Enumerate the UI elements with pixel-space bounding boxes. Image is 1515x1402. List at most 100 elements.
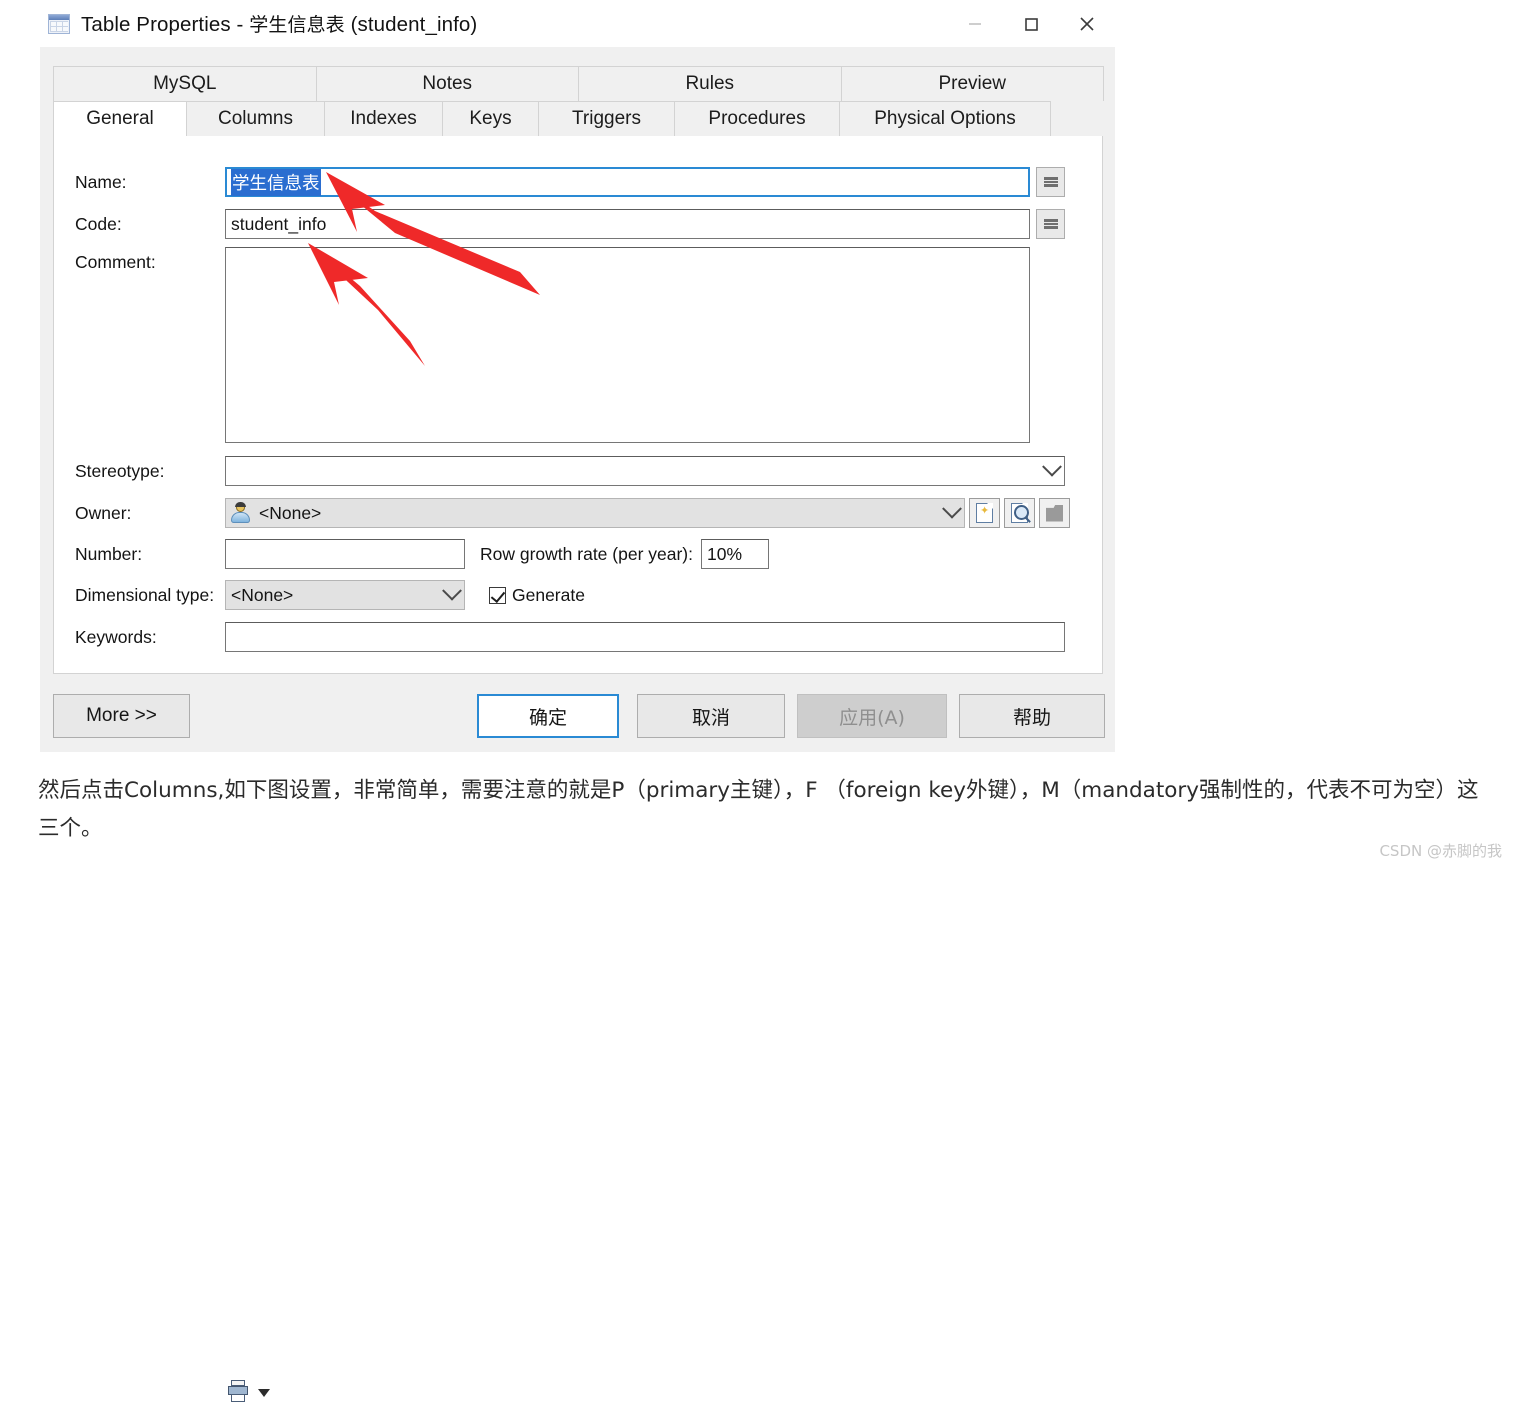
owner-row: Owner: <None> ✦: [75, 498, 1105, 528]
more-button-label: More >>: [86, 705, 157, 726]
code-input[interactable]: student_info: [225, 209, 1030, 239]
maximize-button[interactable]: [1003, 0, 1059, 47]
new-owner-button[interactable]: ✦: [969, 498, 1000, 528]
window-title: Table Properties - 学生信息表 (student_info): [81, 10, 477, 37]
dimensional-type-combobox[interactable]: <None>: [225, 580, 465, 610]
comment-label: Comment:: [75, 252, 156, 272]
stereotype-label: Stereotype:: [75, 460, 165, 481]
tab-label: MySQL: [153, 73, 217, 94]
table-grid-icon: [48, 13, 70, 34]
name-input[interactable]: 学生信息表: [225, 167, 1030, 197]
list-icon: [1043, 219, 1058, 229]
tab-label: Rules: [685, 73, 735, 94]
new-object-icon: ✦: [976, 503, 993, 523]
caption-text: 然后点击Columns,如下图设置，非常简单，需要注意的就是P（primary主…: [38, 778, 1479, 841]
window-controls: [947, 0, 1115, 47]
tab-label: Indexes: [350, 108, 417, 129]
name-label: Name:: [75, 171, 127, 192]
minimize-icon: [969, 22, 981, 25]
row-growth-label: Row growth rate (per year):: [480, 543, 693, 564]
chevron-down-icon: [442, 580, 462, 601]
code-properties-button[interactable]: [1036, 209, 1065, 239]
tab-label: Keys: [469, 108, 512, 129]
code-label: Code:: [75, 213, 122, 234]
code-row: Code: student_info: [75, 209, 1085, 239]
ok-button[interactable]: 确定: [477, 694, 619, 738]
checkbox-checked-icon: [489, 586, 506, 604]
dimensional-type-label: Dimensional type:: [75, 584, 215, 605]
dimensional-type-value: <None>: [231, 584, 294, 605]
owner-label: Owner:: [75, 502, 132, 523]
tab-label: Notes: [422, 73, 473, 94]
number-row: Number: Row growth rate (per year): 10%: [75, 539, 1085, 569]
user-icon: [231, 502, 251, 523]
tab-label: Physical Options: [874, 108, 1016, 129]
help-button-label: 帮助: [1012, 706, 1051, 729]
tab-procedures[interactable]: Procedures: [674, 101, 840, 136]
maximize-icon: [1025, 17, 1038, 31]
close-button[interactable]: [1059, 0, 1115, 47]
tab-label: General: [86, 108, 154, 129]
tab-rules[interactable]: Rules: [578, 66, 842, 101]
tab-preview[interactable]: Preview: [840, 66, 1104, 101]
close-icon: [1080, 16, 1094, 31]
window-title-name: 学生信息表: [249, 14, 345, 36]
more-button[interactable]: More >>: [53, 694, 190, 738]
chevron-down-icon: [942, 498, 962, 519]
list-icon: [1043, 177, 1058, 187]
keywords-label: Keywords:: [75, 626, 157, 647]
tab-keys[interactable]: Keys: [442, 101, 539, 136]
stereotype-combobox[interactable]: [225, 456, 1065, 486]
tab-columns[interactable]: Columns: [186, 101, 325, 136]
window-title-prefix: Table Properties -: [81, 13, 250, 36]
owner-value: <None>: [259, 502, 322, 523]
keywords-row: Keywords:: [75, 622, 1085, 652]
tab-label: Procedures: [708, 108, 806, 129]
find-owner-button[interactable]: [1004, 498, 1035, 528]
print-icon[interactable]: [228, 1380, 248, 1402]
tab-strip: MySQL Notes Rules Preview General Column…: [53, 66, 1104, 136]
keywords-input[interactable]: [225, 622, 1065, 652]
tab-label: Triggers: [572, 108, 641, 129]
open-object-icon: [1046, 504, 1063, 522]
number-label: Number:: [75, 543, 143, 564]
tab-triggers[interactable]: Triggers: [538, 101, 675, 136]
window-title-code: (student_info): [344, 13, 478, 36]
tab-label: Columns: [218, 108, 293, 129]
star-glyph: ✦: [980, 505, 990, 517]
stereotype-row: Stereotype:: [75, 456, 1085, 486]
apply-button-label: 应用(A): [839, 706, 905, 729]
number-input[interactable]: [225, 539, 465, 569]
tab-mysql[interactable]: MySQL: [53, 66, 317, 101]
general-tab-panel: Name: 学生信息表 Code: student_info Comment: …: [53, 136, 1103, 674]
title-bar: Table Properties - 学生信息表 (student_info): [40, 0, 1115, 47]
tab-row-secondary: MySQL Notes Rules Preview: [53, 66, 1104, 101]
tab-label: Preview: [938, 73, 1007, 94]
dialog-footer: More >> 确定 取消 应用(A) 帮助: [40, 684, 1115, 1402]
row-growth-value: 10%: [707, 543, 743, 564]
tab-physical-options[interactable]: Physical Options: [839, 101, 1051, 136]
cancel-button[interactable]: 取消: [637, 694, 785, 738]
dimensional-type-row: Dimensional type: <None> Generate: [75, 580, 1085, 610]
generate-label: Generate: [512, 584, 585, 605]
generate-checkbox[interactable]: Generate: [489, 585, 585, 606]
owner-combobox[interactable]: <None>: [225, 498, 965, 528]
ok-button-label: 确定: [528, 706, 567, 729]
tab-indexes[interactable]: Indexes: [324, 101, 443, 136]
code-input-value: student_info: [231, 213, 327, 234]
tab-notes[interactable]: Notes: [315, 66, 579, 101]
comment-textarea[interactable]: [225, 247, 1030, 443]
name-properties-button[interactable]: [1036, 167, 1065, 197]
magnifier-glyph: [1014, 505, 1029, 520]
open-owner-button[interactable]: [1039, 498, 1070, 528]
help-button[interactable]: 帮助: [959, 694, 1105, 738]
name-row: Name: 学生信息表: [75, 167, 1085, 197]
name-input-value: 学生信息表: [231, 168, 321, 196]
row-growth-input[interactable]: 10%: [701, 539, 769, 569]
watermark: CSDN @赤脚的我: [1379, 842, 1502, 860]
dropdown-caret-icon[interactable]: [258, 1389, 270, 1397]
tab-row-primary: General Columns Indexes Keys Triggers Pr…: [53, 101, 1103, 136]
tab-general[interactable]: General: [53, 101, 187, 136]
minimize-button[interactable]: [947, 0, 1003, 47]
cancel-button-label: 取消: [691, 706, 730, 729]
